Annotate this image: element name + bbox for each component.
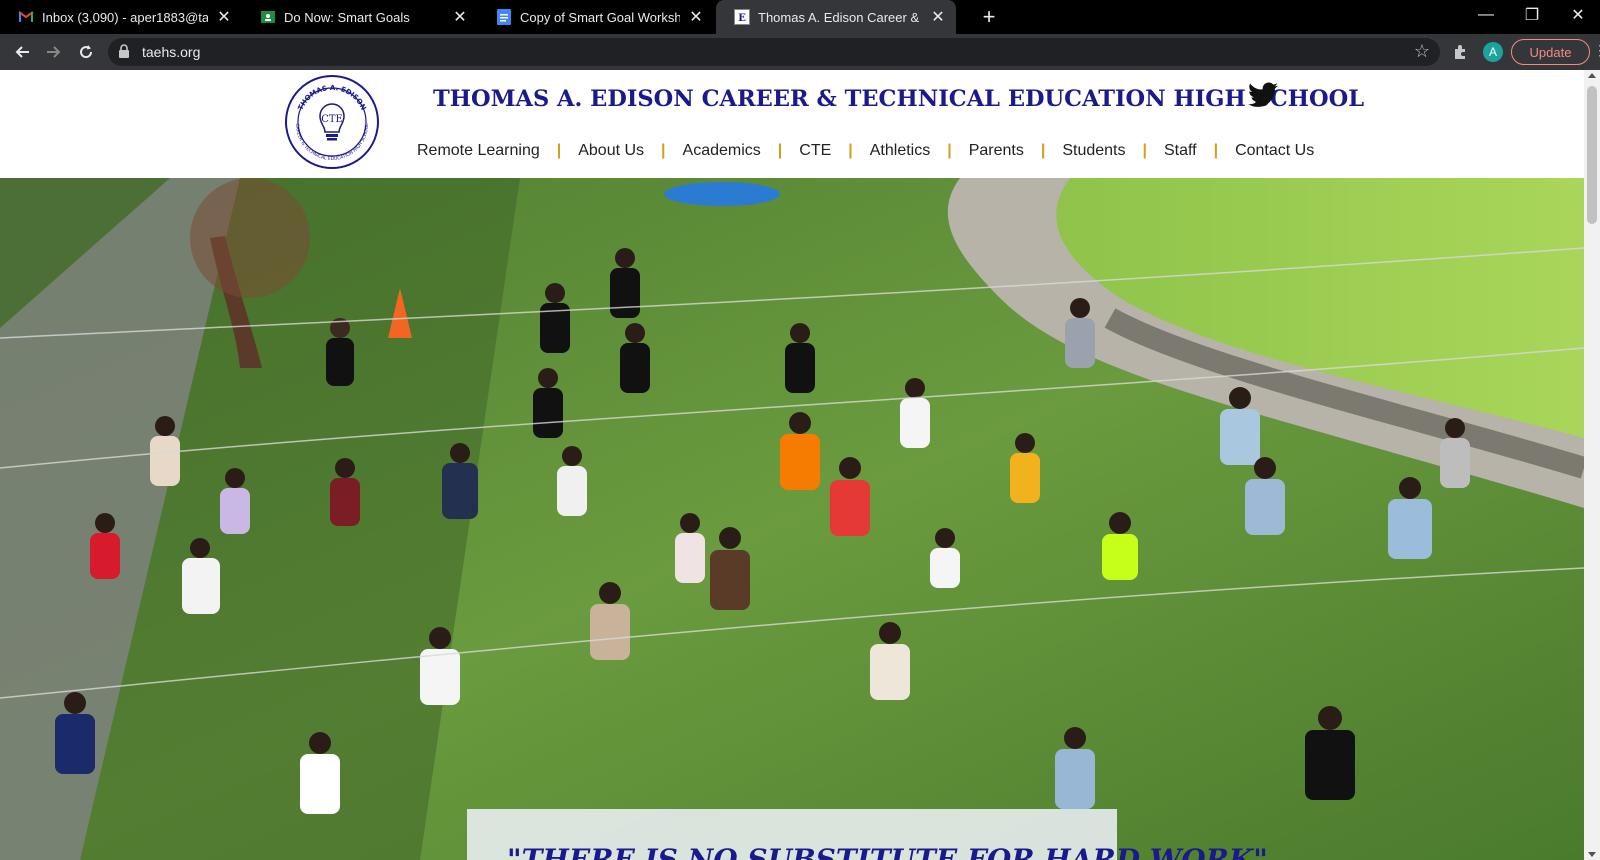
nav-remote-learning[interactable]: Remote Learning bbox=[417, 142, 540, 160]
lock-icon[interactable] bbox=[118, 44, 134, 60]
site-icon: E bbox=[734, 9, 750, 25]
nav-separator: | bbox=[556, 142, 562, 159]
forward-icon[interactable] bbox=[42, 40, 66, 64]
tab-gmail[interactable]: Inbox (3,090) - aper1883@taehs.org ✕ bbox=[0, 0, 242, 34]
nav-separator: | bbox=[848, 142, 853, 159]
hero-photo-illustration bbox=[0, 178, 1584, 860]
nav-students[interactable]: Students bbox=[1062, 142, 1125, 160]
main-nav: Remote Learning | About Us | Academics |… bbox=[417, 142, 1314, 160]
browser-toolbar: taehs.org ☆ bbox=[0, 34, 1600, 70]
nav-academics[interactable]: Academics bbox=[683, 142, 761, 160]
logo-monogram: CTE bbox=[321, 114, 343, 125]
hero-quote: "THERE IS NO SUBSTITUTE FOR HARD WORK" bbox=[507, 843, 1268, 860]
minimize-icon[interactable]: — bbox=[1463, 0, 1509, 30]
close-tab-icon[interactable]: ✕ bbox=[216, 7, 232, 27]
close-tab-icon[interactable]: ✕ bbox=[688, 7, 704, 27]
nav-athletics[interactable]: Athletics bbox=[870, 142, 930, 160]
twitter-icon[interactable] bbox=[1248, 82, 1278, 108]
scrollbar-thumb[interactable] bbox=[1587, 86, 1597, 224]
site-header: THOMAS A. EDISON CAREER & TECHNICAL EDUC… bbox=[0, 70, 1584, 178]
tab-do-now[interactable]: Do Now: Smart Goals ✕ bbox=[242, 0, 478, 34]
bookmark-star-icon[interactable]: ☆ bbox=[1414, 41, 1430, 62]
hero-photo: "THERE IS NO SUBSTITUTE FOR HARD WORK" bbox=[0, 178, 1584, 860]
tab-worksheet[interactable]: Copy of Smart Goal Worksheet - Google Do… bbox=[478, 0, 714, 34]
close-tab-icon[interactable]: ✕ bbox=[930, 7, 946, 27]
school-name-heading[interactable]: THOMAS A. EDISON CAREER & TECHNICAL EDUC… bbox=[433, 86, 1364, 112]
back-icon[interactable] bbox=[10, 40, 34, 64]
nav-cte[interactable]: CTE bbox=[799, 142, 831, 160]
address-bar[interactable]: taehs.org ☆ bbox=[108, 38, 1440, 66]
classroom-icon bbox=[260, 9, 276, 25]
tab-taehs[interactable]: E Thomas A. Edison Career & Technical Ed… bbox=[716, 0, 956, 34]
web-page: THOMAS A. EDISON CAREER & TECHNICAL EDUC… bbox=[0, 70, 1584, 860]
tab-title: Thomas A. Edison Career & Technical Educ… bbox=[758, 9, 922, 25]
nav-separator: | bbox=[1213, 142, 1219, 159]
browser-menu-icon[interactable]: ⋮ bbox=[1593, 42, 1600, 59]
nav-separator: | bbox=[1040, 142, 1046, 159]
school-logo[interactable]: THOMAS A. EDISON CAREER & TECHNICAL EDUC… bbox=[284, 74, 380, 170]
extensions-icon[interactable] bbox=[1448, 40, 1472, 64]
gmail-icon bbox=[18, 9, 34, 25]
nav-contact-us[interactable]: Contact Us bbox=[1235, 142, 1314, 160]
new-tab-button[interactable]: + bbox=[976, 4, 1002, 30]
close-window-icon[interactable]: ✕ bbox=[1555, 0, 1600, 30]
docs-icon bbox=[496, 9, 512, 25]
nav-separator: | bbox=[777, 142, 783, 159]
hero-quote-box: "THERE IS NO SUBSTITUTE FOR HARD WORK" bbox=[467, 809, 1268, 860]
restore-icon[interactable]: ❐ bbox=[1509, 0, 1555, 30]
nav-separator: | bbox=[1142, 142, 1147, 159]
nav-about-us[interactable]: About Us bbox=[578, 142, 644, 160]
close-tab-icon[interactable]: ✕ bbox=[452, 7, 468, 27]
update-button[interactable]: Update bbox=[1511, 39, 1590, 65]
scroll-up-icon[interactable] bbox=[1588, 73, 1596, 78]
reload-icon[interactable] bbox=[74, 40, 98, 64]
scroll-down-icon[interactable] bbox=[1588, 852, 1596, 857]
tab-title: Inbox (3,090) - aper1883@taehs.org bbox=[42, 9, 208, 25]
nav-parents[interactable]: Parents bbox=[969, 142, 1024, 160]
tab-title: Do Now: Smart Goals bbox=[284, 9, 410, 25]
tab-title: Copy of Smart Goal Worksheet - Google Do… bbox=[520, 9, 680, 25]
svg-text:E: E bbox=[738, 13, 746, 24]
browser-tab-strip: Inbox (3,090) - aper1883@taehs.org ✕ Do … bbox=[0, 0, 1600, 34]
page-scrollbar[interactable] bbox=[1584, 70, 1600, 860]
url-text[interactable]: taehs.org bbox=[142, 44, 200, 60]
nav-separator: | bbox=[661, 142, 666, 159]
profile-avatar[interactable]: A bbox=[1483, 42, 1503, 62]
nav-separator: | bbox=[947, 142, 952, 159]
nav-staff[interactable]: Staff bbox=[1164, 142, 1197, 160]
